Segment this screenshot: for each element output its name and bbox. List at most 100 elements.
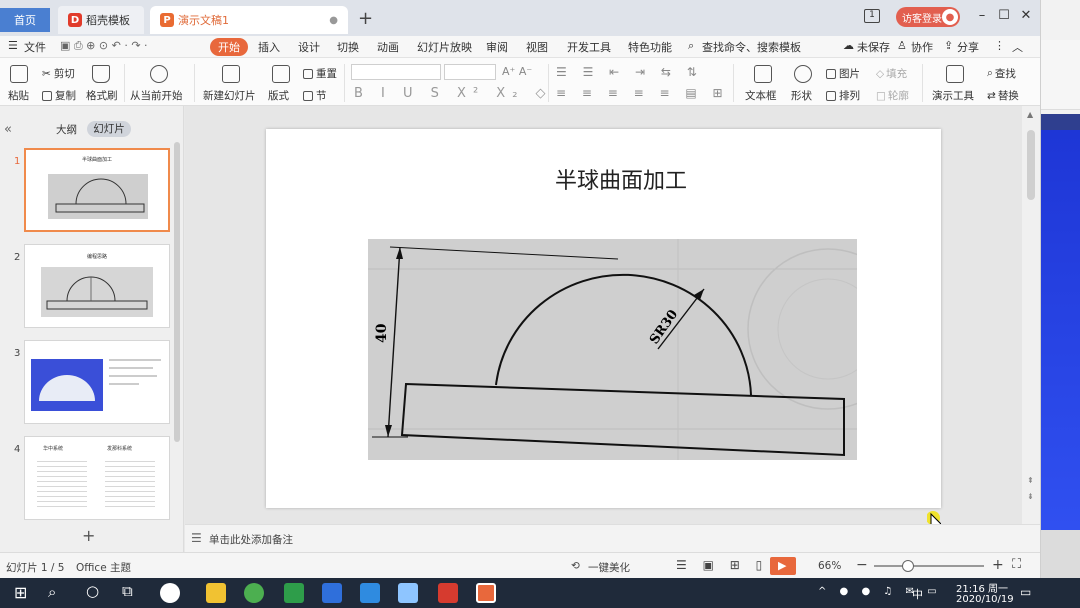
beautify-button[interactable]: 一键美化 bbox=[588, 560, 630, 575]
present-tools-button[interactable]: 演示工具 bbox=[932, 88, 974, 103]
new-slide-icon[interactable] bbox=[222, 65, 240, 83]
layout-icon[interactable] bbox=[272, 65, 290, 83]
slide-thumb-2[interactable]: 编程思路 bbox=[24, 244, 170, 328]
panel-scrollbar[interactable] bbox=[174, 142, 180, 442]
play-icon[interactable] bbox=[150, 65, 168, 83]
hamburger-icon[interactable]: ☰ bbox=[8, 39, 18, 52]
zoom-slider-handle[interactable] bbox=[902, 560, 914, 572]
menu-review[interactable]: 审阅 bbox=[486, 39, 508, 55]
minimize-button[interactable]: – bbox=[970, 6, 994, 26]
notification-icon[interactable]: ▭ bbox=[1020, 585, 1031, 599]
menu-special[interactable]: 特色功能 bbox=[628, 39, 672, 55]
collab-button[interactable]: 协作 bbox=[911, 39, 933, 55]
font-size-select[interactable] bbox=[444, 64, 496, 80]
copy-button[interactable]: 复制 bbox=[42, 88, 76, 103]
windows-start-icon[interactable]: ⊞ bbox=[14, 583, 27, 602]
font-family-select[interactable] bbox=[351, 64, 441, 80]
section-button[interactable]: 节 bbox=[303, 88, 327, 103]
replace-button[interactable]: ⇄ 替换 bbox=[987, 88, 1019, 103]
paste-button[interactable]: 粘贴 bbox=[8, 88, 29, 103]
menu-transition[interactable]: 切换 bbox=[337, 39, 359, 55]
textbox-button[interactable]: 文本框 bbox=[745, 88, 777, 103]
tab-home[interactable]: 首页 bbox=[0, 8, 50, 32]
tab-document[interactable]: P 演示文稿1 ● bbox=[150, 6, 348, 34]
slide-thumb-1[interactable]: 半球曲面加工 bbox=[24, 148, 170, 232]
app-icon-c[interactable] bbox=[284, 583, 304, 603]
paste-icon[interactable] bbox=[10, 65, 28, 83]
font-grow-icon[interactable]: A⁺ A⁻ bbox=[502, 65, 532, 78]
zoom-out-button[interactable]: − bbox=[856, 557, 868, 573]
menu-slideshow[interactable]: 幻灯片放映 bbox=[417, 39, 472, 55]
app-icon-green[interactable] bbox=[244, 583, 264, 603]
file-explorer-icon[interactable] bbox=[206, 583, 226, 603]
text-format-icons[interactable]: B I U S X² X₂ ◇ bbox=[354, 86, 553, 101]
app-icon-red[interactable] bbox=[438, 583, 458, 603]
cut-button[interactable]: ✂ 剪切 bbox=[42, 66, 75, 81]
menu-design[interactable]: 设计 bbox=[298, 39, 320, 55]
close-window-button[interactable]: ✕ bbox=[1014, 6, 1038, 26]
canvas-scrollbar[interactable]: ▲ ⇞ ⇟ bbox=[1022, 106, 1040, 524]
arrange-button[interactable]: 排列 bbox=[826, 88, 860, 103]
layout-button[interactable]: 版式 bbox=[268, 88, 289, 103]
add-slide-button[interactable]: + bbox=[82, 526, 95, 545]
task-view-icon[interactable]: ⧉ bbox=[122, 582, 133, 600]
ime-indicator[interactable]: 中 bbox=[912, 586, 923, 602]
word-icon[interactable] bbox=[322, 583, 342, 603]
menu-file[interactable]: 文件 bbox=[24, 39, 46, 55]
menu-developer[interactable]: 开发工具 bbox=[567, 39, 611, 55]
list-icons[interactable]: ☰ ☰ ⇤ ⇥ ⇆ ⇅ bbox=[556, 65, 703, 79]
picture-button[interactable]: 图片 bbox=[826, 66, 860, 81]
technical-drawing-image[interactable]: 40 SR30 bbox=[368, 239, 909, 460]
slide-title[interactable]: 半球曲面加工 bbox=[266, 163, 941, 195]
quick-access-icons[interactable]: ▣ ⎙ ⊕ ⊙ ↶ · ↷ · bbox=[60, 39, 148, 53]
share-button[interactable]: 分享 bbox=[957, 39, 979, 55]
login-button[interactable]: 访客登录 ● bbox=[896, 7, 960, 27]
shape-icon[interactable] bbox=[794, 65, 812, 83]
tab-template[interactable]: D 稻壳模板 bbox=[58, 6, 144, 34]
format-painter-icon[interactable] bbox=[92, 65, 110, 83]
scrollbar-thumb[interactable] bbox=[1027, 130, 1035, 200]
notes-area[interactable]: ☰ 单击此处添加备注 bbox=[185, 524, 1040, 552]
slide-thumb-4[interactable]: 华中系统 发那科系统 bbox=[24, 436, 170, 520]
app-icon-pinwheel[interactable] bbox=[160, 583, 180, 603]
maximize-button[interactable]: ☐ bbox=[992, 6, 1016, 26]
play-slideshow-button[interactable]: ▶ bbox=[770, 557, 796, 575]
cortana-icon[interactable]: ○ bbox=[86, 582, 99, 600]
clock-time[interactable]: 21:16 周一 bbox=[956, 580, 1008, 595]
search-icon[interactable]: ⌕ bbox=[48, 583, 56, 601]
textbox-icon[interactable] bbox=[754, 65, 772, 83]
new-tab-button[interactable]: + bbox=[358, 8, 373, 29]
outline-button[interactable]: □ 轮廓 bbox=[876, 88, 909, 103]
menu-home[interactable]: 开始 bbox=[210, 38, 248, 56]
new-slide-button[interactable]: 新建幻灯片 bbox=[203, 88, 256, 103]
format-painter-button[interactable]: 格式刷 bbox=[86, 88, 118, 103]
clock-date[interactable]: 2020/10/19 bbox=[956, 594, 1014, 605]
menu-view[interactable]: 视图 bbox=[526, 39, 548, 55]
slide-thumb-3[interactable] bbox=[24, 340, 170, 424]
menu-insert[interactable]: 插入 bbox=[258, 39, 280, 55]
scroll-up-icon[interactable]: ▲ bbox=[1027, 110, 1033, 119]
collapse-panel-icon[interactable]: « bbox=[4, 122, 12, 137]
align-icons[interactable]: ≡ ≡ ≡ ≡ ≡ ▤ ⊞ bbox=[556, 86, 729, 100]
wps-presentation-icon[interactable] bbox=[476, 583, 496, 603]
zoom-level[interactable]: 66% bbox=[818, 560, 841, 572]
zoom-in-button[interactable]: + bbox=[992, 557, 1004, 573]
tab-slides[interactable]: 幻灯片 bbox=[87, 121, 131, 137]
app-icon-blue[interactable] bbox=[360, 583, 380, 603]
shape-button[interactable]: 形状 bbox=[791, 88, 812, 103]
collapse-ribbon-icon[interactable]: ︿ bbox=[1012, 39, 1023, 55]
find-button[interactable]: ⌕ 查找 bbox=[987, 66, 1016, 81]
close-tab-icon[interactable]: ● bbox=[329, 15, 338, 26]
play-from-current-button[interactable]: 从当前开始 bbox=[130, 88, 183, 103]
tab-outline[interactable]: 大纲 bbox=[56, 122, 77, 137]
app-icon-light[interactable] bbox=[398, 583, 418, 603]
unsaved-status[interactable]: 未保存 bbox=[857, 39, 890, 55]
command-search[interactable]: 查找命令、搜索模板 bbox=[702, 39, 801, 55]
slide[interactable]: 半球曲面加工 40 SR30 bbox=[266, 129, 941, 508]
zoom-slider[interactable] bbox=[874, 565, 984, 567]
prev-slide-icon[interactable]: ⇞ bbox=[1027, 476, 1034, 485]
present-tools-icon[interactable] bbox=[946, 65, 964, 83]
window-badge-icon[interactable]: 1 bbox=[864, 9, 880, 23]
fit-window-icon[interactable]: ⛶ bbox=[1012, 557, 1021, 572]
view-mode-icons[interactable]: ☰ ▣ ⊞ ▯ bbox=[676, 558, 768, 572]
